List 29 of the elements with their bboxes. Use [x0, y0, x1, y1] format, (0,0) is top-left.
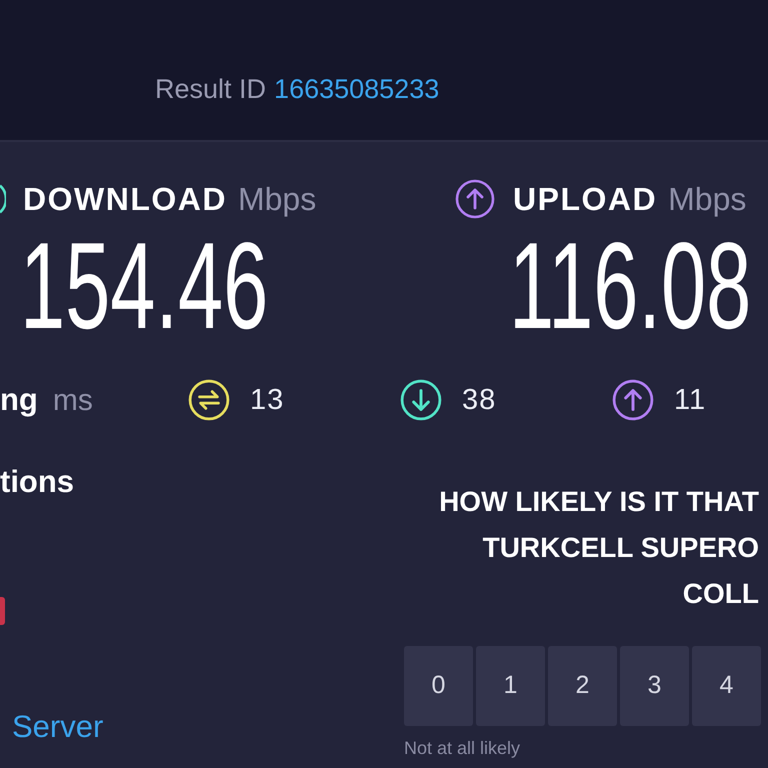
speed-label: DOWNLOAD — [23, 180, 227, 219]
scale-min-label: Not at all likely — [404, 738, 520, 758]
survey-question: HOW LIKELY IS IT THAT — [439, 485, 760, 519]
upload-icon — [455, 179, 495, 219]
latency-value: 38 — [462, 383, 496, 418]
section-title: tions — [0, 464, 74, 500]
result-id-label: Result ID — [155, 73, 266, 106]
rating-button[interactable]: 4 — [692, 646, 761, 726]
rating-button[interactable]: 1 — [476, 646, 545, 726]
rating-button[interactable]: 2 — [548, 646, 617, 726]
rating-button[interactable]: 0 — [404, 646, 473, 726]
speed-label: UPLOAD — [513, 180, 658, 219]
speed-unit: Mbps — [238, 180, 316, 219]
ping-unit: ms — [52, 382, 93, 418]
speed-value: 154.46 — [20, 225, 268, 348]
survey-question: TURKCELL SUPERO — [482, 531, 760, 565]
upload-icon — [612, 379, 654, 421]
download-icon — [400, 379, 442, 421]
rating-button[interactable]: 3 — [620, 646, 689, 726]
change-server-link[interactable]: Server — [12, 709, 104, 745]
survey-question: COLL — [682, 577, 760, 611]
speed-unit: Mbps — [668, 180, 746, 219]
result-id-link[interactable]: 16635085233 — [274, 72, 440, 106]
latency-value: 13 — [250, 383, 284, 418]
speed-value: 116.08 — [509, 225, 752, 348]
ping-label: ng — [0, 380, 38, 419]
latency-value: 11 — [674, 383, 706, 418]
partial-icon — [0, 597, 5, 625]
latency-icon — [188, 379, 230, 421]
